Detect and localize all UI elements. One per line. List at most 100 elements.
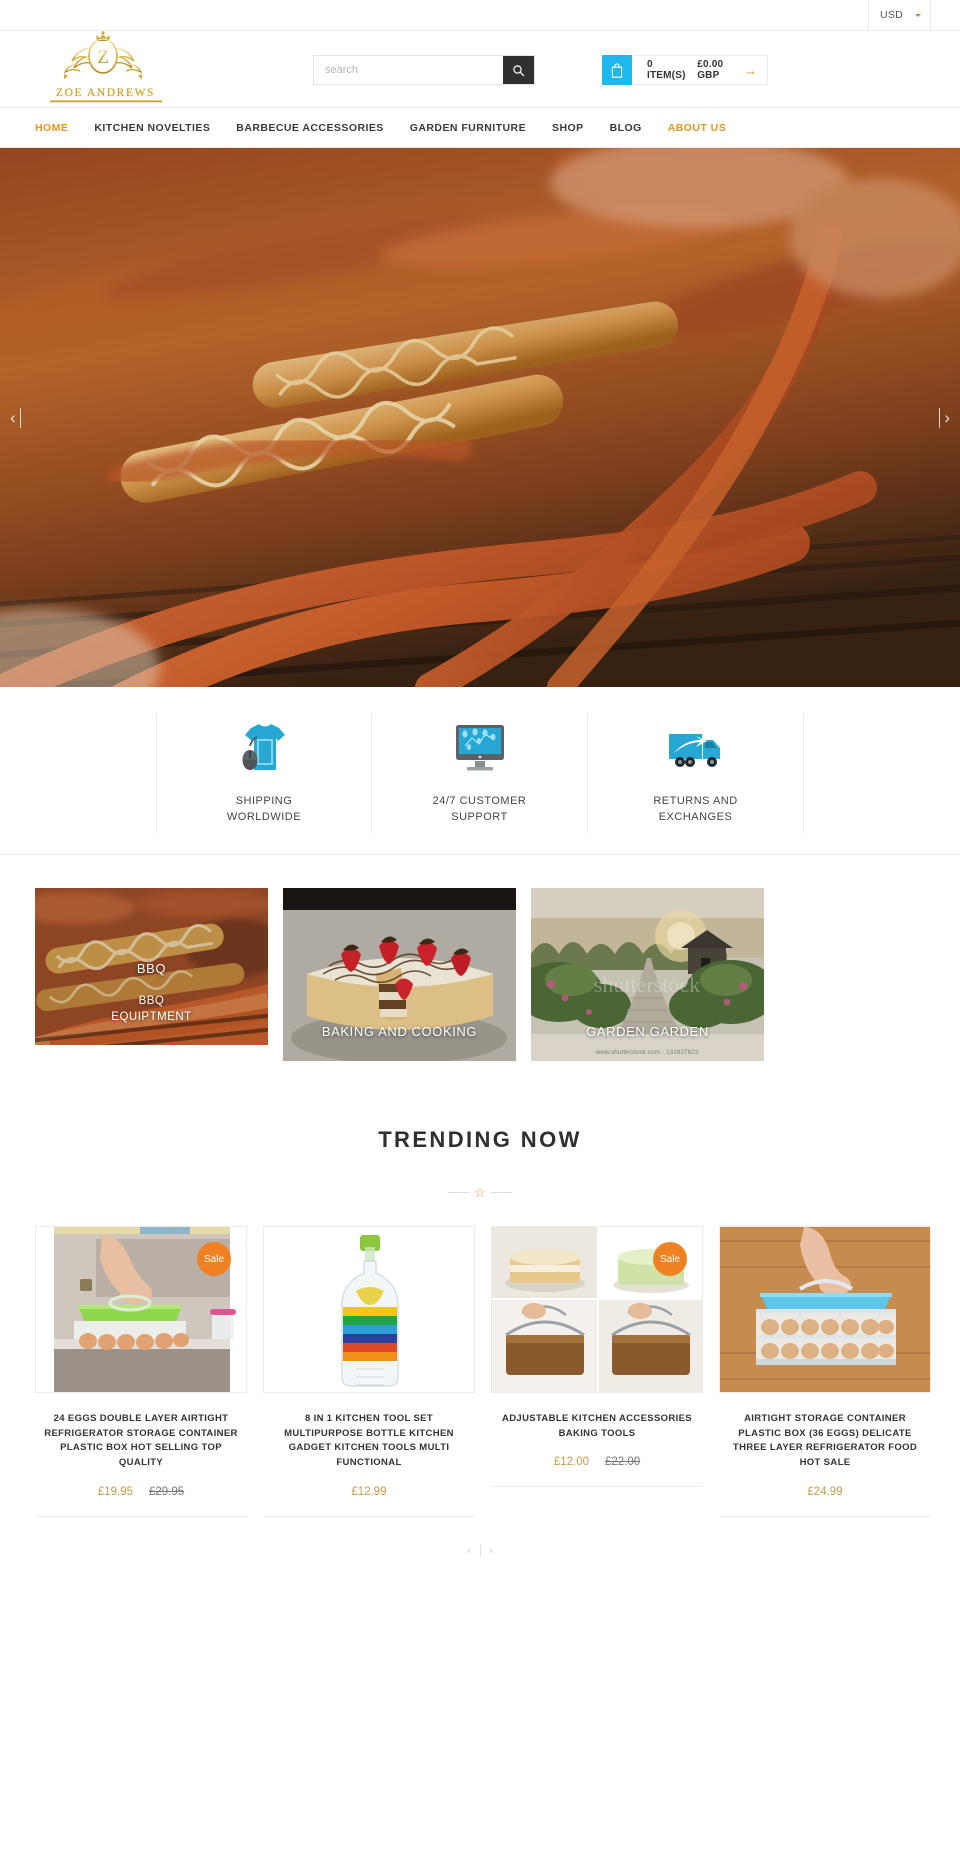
crest-logo-icon: Z	[63, 30, 142, 79]
service-label-line2: WORLDWIDE	[226, 811, 302, 823]
divider-line-right	[490, 1192, 512, 1193]
product-separator	[35, 1515, 247, 1517]
product-card[interactable]: Sale ADJUSTABLE KITCHEN ACCESSORIES BAKI…	[491, 1226, 703, 1488]
chevron-left-icon: ‹	[10, 407, 16, 427]
shopping-bag-icon	[611, 62, 623, 78]
product-price-original: £22.00	[605, 1456, 641, 1469]
product-title[interactable]: 8 IN 1 KITCHEN TOOL SET MULTIPURPOSE BOT…	[263, 1412, 475, 1471]
product-title[interactable]: ADJUSTABLE KITCHEN ACCESSORIES BAKING TO…	[491, 1412, 703, 1441]
product-list: Sale 24 EGGS DOUBLE LAYER AIRTIGHT REFRI…	[0, 1199, 960, 1517]
cart-total: £0.00 GBP	[697, 59, 724, 81]
monitor-support-icon	[455, 724, 504, 770]
cart-icon-box	[602, 55, 632, 85]
nav-item-about-us[interactable]: ABOUT US	[668, 122, 726, 134]
product-separator	[263, 1515, 475, 1517]
logo-underline	[49, 100, 162, 103]
svg-text:Z: Z	[97, 47, 109, 68]
arrow-right-icon[interactable]: →	[744, 63, 767, 78]
cart-item-count: 0 ITEM(S)	[647, 59, 686, 81]
divider-line-left	[448, 1192, 470, 1193]
product-image-wrap[interactable]: Sale	[35, 1226, 247, 1393]
search-icon	[513, 64, 525, 76]
product-card[interactable]: 8 IN 1 KITCHEN TOOL SET MULTIPURPOSE BOT…	[263, 1226, 475, 1517]
service-label: SHIPPING WORLDWIDE	[227, 793, 301, 826]
product-image-wrap[interactable]	[263, 1226, 475, 1393]
product-price: £12.99	[263, 1486, 475, 1498]
product-image-wrap[interactable]	[719, 1226, 931, 1393]
category-banner-garden-garden[interactable]: shutterstock www.shutterstock.com · 1319…	[531, 888, 764, 1061]
cart-widget[interactable]: 0 ITEM(S) £0.00 GBP →	[602, 55, 768, 85]
product-separator	[719, 1515, 931, 1517]
site-logo[interactable]: Z ZOE ANDREWS	[38, 25, 173, 109]
product-price: £12.00 £22.00	[491, 1456, 703, 1468]
hero-prev-button[interactable]: ‹	[10, 407, 21, 428]
product-title[interactable]: AIRTIGHT STORAGE CONTAINER PLASTIC BOX (…	[719, 1412, 931, 1471]
category-subtitle-line2: EQUIPTMENT	[111, 1010, 192, 1023]
product-title[interactable]: 24 EGGS DOUBLE LAYER AIRTIGHT REFRIGERAT…	[35, 1412, 247, 1471]
product-card[interactable]: Sale 24 EGGS DOUBLE LAYER AIRTIGHT REFRI…	[35, 1226, 247, 1517]
product-price-current: £12.00	[553, 1456, 589, 1469]
brand-name: ZOE ANDREWS	[55, 87, 156, 99]
service-label: 24/7 CUSTOMER SUPPORT	[433, 793, 527, 826]
product-price: £24.99	[719, 1486, 931, 1498]
services-bar: SHIPPING WORLDWIDE 24/7 CUSTOMER SUPPORT…	[0, 687, 960, 855]
cart-summary: 0 ITEM(S) £0.00 GBP	[632, 59, 744, 81]
category-subtitle-line1: BBQ	[138, 995, 165, 1007]
slider-nav-divider	[479, 1544, 481, 1557]
hero-slider[interactable]: ‹ ›	[0, 148, 960, 687]
sale-badge: Sale	[197, 1242, 231, 1276]
hero-arrow-divider	[19, 407, 21, 428]
category-banner-bbq[interactable]: BBQ BBQ EQUIPTMENT	[35, 888, 268, 1045]
search-box	[313, 55, 535, 85]
product-price-current: £12.99	[351, 1485, 387, 1498]
product-next-button[interactable]: ›	[490, 1545, 494, 1557]
category-title: BBQ	[136, 961, 167, 976]
star-icon: ☆	[474, 1185, 486, 1200]
service-label-line2: SUPPORT	[451, 811, 508, 823]
nav-item-barbecue-accessories[interactable]: BARBECUE ACCESSORIES	[236, 122, 383, 134]
search-button[interactable]	[503, 56, 534, 84]
service-label-line1: SHIPPING	[235, 794, 293, 807]
main-navigation: HOME KITCHEN NOVELTIES BARBECUE ACCESSOR…	[0, 108, 960, 148]
product-price: £19.95 £29.95	[35, 1486, 247, 1498]
product-image-bottle-tool-set	[264, 1227, 474, 1392]
nav-item-home[interactable]: HOME	[35, 122, 68, 134]
nav-item-kitchen-novelties[interactable]: KITCHEN NOVELTIES	[94, 122, 210, 134]
search-input[interactable]	[314, 56, 503, 84]
nav-item-blog[interactable]: BLOG	[610, 122, 642, 134]
currency-label: USD	[880, 9, 904, 21]
service-label-line1: 24/7 CUSTOMER	[432, 794, 527, 807]
trending-section: TRENDING NOW ☆	[0, 1061, 960, 1199]
hero-arrow-divider	[939, 407, 941, 428]
hero-next-button[interactable]: ›	[939, 407, 950, 428]
service-label-line1: RETURNS AND	[653, 794, 738, 807]
nav-item-garden-furniture[interactable]: GARDEN FURNITURE	[410, 122, 526, 134]
sale-badge: Sale	[653, 1242, 687, 1276]
service-returns-exchanges[interactable]: RETURNS AND EXCHANGES	[588, 712, 804, 833]
product-image-36-egg-container	[720, 1227, 930, 1392]
product-separator	[491, 1486, 703, 1488]
chevron-right-icon: ›	[944, 407, 950, 427]
nav-item-shop[interactable]: SHOP	[552, 122, 584, 134]
chevron-down-icon	[915, 13, 921, 17]
delivery-truck-icon	[668, 733, 720, 767]
category-title: GARDEN GARDEN	[586, 1024, 709, 1039]
service-label-line2: EXCHANGES	[658, 811, 733, 823]
category-title: BAKING AND COOKING	[321, 1024, 478, 1039]
service-shipping-worldwide[interactable]: SHIPPING WORLDWIDE	[156, 712, 372, 833]
tshirt-mouse-icon	[242, 723, 285, 770]
section-heading: TRENDING NOW	[378, 1127, 582, 1152]
hero-image-bbq	[0, 148, 960, 687]
product-image-wrap[interactable]: Sale	[491, 1226, 703, 1393]
product-slider-nav: ‹ ›	[0, 1544, 960, 1567]
product-price-original: £29.95	[149, 1485, 185, 1498]
product-prev-button[interactable]: ‹	[467, 1545, 471, 1557]
product-price-current: £24.99	[807, 1485, 843, 1498]
category-subtitle: BBQ EQUIPTMENT	[35, 994, 268, 1025]
service-customer-support[interactable]: 24/7 CUSTOMER SUPPORT	[372, 712, 588, 833]
product-price-current: £19.95	[97, 1485, 133, 1498]
product-card[interactable]: AIRTIGHT STORAGE CONTAINER PLASTIC BOX (…	[719, 1226, 931, 1517]
category-banner-baking-and-cooking[interactable]: BAKING AND COOKING	[283, 888, 516, 1061]
currency-selector[interactable]: USD	[868, 0, 931, 30]
